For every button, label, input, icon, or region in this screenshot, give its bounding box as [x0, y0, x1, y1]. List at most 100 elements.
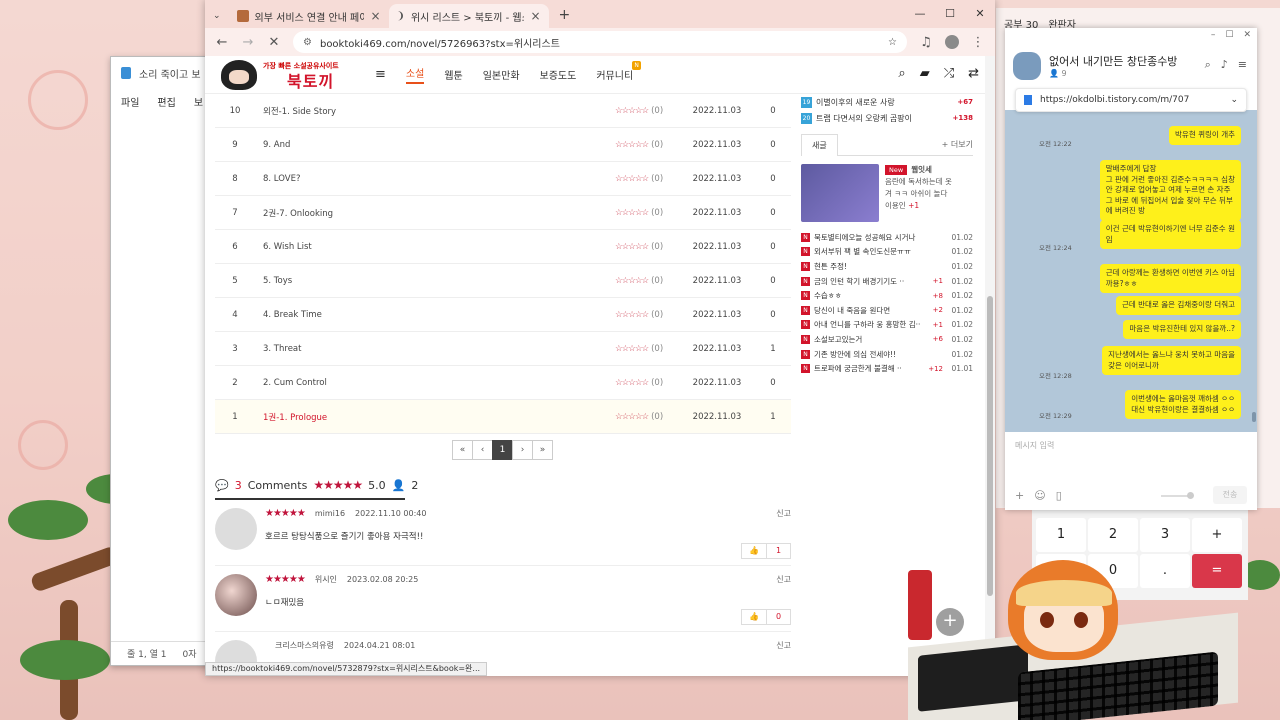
swap-icon[interactable]: ⇄ [968, 66, 979, 81]
chat-message[interactable]: 이번생에는 옳마음껏 깨하셈 ㅇㅇ 대신 박유현이랑은 결결하셈 ㅇㅇ [1125, 390, 1241, 419]
chat-menu-icon[interactable]: ≡ [1238, 58, 1247, 72]
opacity-slider[interactable] [1161, 492, 1194, 499]
site-logo[interactable]: 가장 빠른 소설공유사이트 북토끼 [215, 58, 355, 92]
episode-row[interactable]: 5 5. Toys ☆☆☆☆☆ (0) 2022.11.03 0 [215, 264, 791, 298]
post-title[interactable]: 금의 인턴 학기 배경기기도 ·· [814, 276, 929, 287]
close-icon[interactable]: ✕ [965, 0, 995, 28]
address-bar[interactable]: ⚙ booktoki469.com/novel/5726963?stx=위시리스… [293, 31, 907, 53]
thumbs-up-icon[interactable]: 👍 [742, 610, 766, 624]
tab-new-posts[interactable]: 새글 [801, 133, 838, 156]
more-link[interactable]: + 더보기 [942, 139, 973, 150]
pager-prev[interactable]: ‹ [472, 440, 493, 460]
add-icon[interactable]: + [1015, 489, 1024, 502]
profile-avatar-icon[interactable] [945, 35, 959, 49]
post-title[interactable]: 아내 언니를 구하라 웅 홍망한 김·· [814, 319, 929, 330]
search-icon[interactable]: ⌕ [898, 66, 905, 81]
media-icon[interactable]: ♫ [919, 35, 933, 50]
browser-tab-external[interactable]: 외부 서비스 연결 안내 페이지 × [229, 4, 389, 28]
chat-call-icon[interactable]: ♪ [1221, 58, 1228, 72]
calc-key-1[interactable]: 1 [1036, 518, 1086, 552]
chat-maximize-icon[interactable]: ☐ [1225, 30, 1233, 40]
chat-message[interactable]: 이건 근데 박유현이하기엔 너무 김준수 원 임 [1099, 220, 1241, 249]
send-button[interactable]: 전송 [1213, 486, 1247, 504]
episode-row[interactable]: 7 2권-7. Onlooking ☆☆☆☆☆ (0) 2022.11.03 0 [215, 196, 791, 230]
like-button[interactable]: 👍 0 [741, 609, 791, 625]
minimize-icon[interactable]: — [905, 0, 935, 28]
browser-window[interactable]: ⌄ 외부 서비스 연결 안내 페이지 × ❩ 위시 리스트 > 북토끼 - 웹소… [205, 0, 995, 676]
notepad-menu-file[interactable]: 파일 [121, 94, 139, 109]
post-row[interactable]: N 소설보고있는거 +6 01.02 [801, 332, 973, 347]
featured-post[interactable]: New 웹잇세 음란에 독서하는데 옷 겨 ㅋㅋ 아쉬이 놀다 이용인 +1 [801, 156, 973, 230]
post-row[interactable]: N 외서부뒤 팩 별 속인도신문ㅠㅠ 01.02 [801, 245, 973, 260]
emoji-icon[interactable]: ☺ [1034, 489, 1045, 502]
shuffle-icon[interactable]: ⤮ [944, 66, 954, 81]
address-url[interactable]: booktoki469.com/novel/5726963?stx=위시리스트 [320, 35, 880, 50]
calc-key-3[interactable]: 3 [1140, 518, 1190, 552]
chat-window[interactable]: – ☐ ✕ 없어서 내기만든 창단종수방 👤 9 ⌕ ♪ ≡ https://o… [1005, 28, 1257, 510]
post-row[interactable]: N 트로파에 궁금한게 불결해 ·· +12 01.01 [801, 361, 973, 376]
post-row[interactable]: N 당신이 내 죽음을 원다면 +2 01.02 [801, 303, 973, 318]
post-row[interactable]: N 현튼 주정! 01.02 [801, 259, 973, 274]
episode-title[interactable]: 4. Break Time [255, 310, 615, 320]
chat-search-icon[interactable]: ⌕ [1205, 58, 1211, 72]
episode-title[interactable]: 5. Toys [255, 276, 615, 286]
chat-room-avatar[interactable] [1013, 52, 1041, 80]
notepad-menu-view[interactable]: 보 [194, 94, 203, 109]
chat-message[interactable]: 박유현 퀴링이 개추 [1169, 126, 1241, 145]
maximize-icon[interactable]: ☐ [935, 0, 965, 28]
folder-icon[interactable]: ▰ [920, 66, 930, 81]
notepad-menu-edit[interactable]: 편집 [157, 94, 175, 109]
comment-user[interactable]: mimi16 [315, 509, 345, 518]
chat-message[interactable]: 말배주에게 답장 그 판에 거런 좋아진 김준수ㅋㅋㅋㅋ 심창 안 강제로 업어… [1099, 160, 1241, 221]
episode-row[interactable]: 6 6. Wish List ☆☆☆☆☆ (0) 2022.11.03 0 [215, 230, 791, 264]
browser-menu-icon[interactable]: ⋮ [971, 35, 985, 50]
tab-close-icon[interactable]: × [370, 9, 380, 23]
post-row[interactable]: N 북토별티에오늘 성공해요 시거나 01.02 [801, 230, 973, 245]
episode-title[interactable]: 1권-1. Prologue [255, 411, 615, 423]
post-title[interactable]: 트로파에 궁금한게 불결해 ·· [814, 363, 924, 374]
rank-row[interactable]: 19 이별이후의 새로운 사랑 +67 [801, 94, 973, 110]
nav-manga[interactable]: 일본만화 [483, 67, 520, 82]
tab-list-icon[interactable]: ⌄ [211, 11, 229, 28]
new-tab-icon[interactable]: + [549, 7, 581, 28]
episode-row[interactable]: 9 9. And ☆☆☆☆☆ (0) 2022.11.03 0 [215, 128, 791, 162]
hamburger-menu-icon[interactable]: ≡ [375, 67, 386, 82]
site-info-icon[interactable]: ⚙ [303, 37, 312, 48]
episode-title[interactable]: 8. LOVE? [255, 174, 615, 184]
episode-row[interactable]: 4 4. Break Time ☆☆☆☆☆ (0) 2022.11.03 0 [215, 298, 791, 332]
rank-title[interactable]: 트랩 다면서의 오랑케 곰팡이 [816, 113, 949, 124]
episode-title[interactable]: 2. Cum Control [255, 378, 615, 388]
nav-community[interactable]: 커뮤니티 N [596, 61, 642, 82]
chevron-down-icon[interactable]: ⌄ [1230, 95, 1238, 105]
episode-row[interactable]: 3 3. Threat ☆☆☆☆☆ (0) 2022.11.03 1 [215, 332, 791, 366]
episode-title[interactable]: 9. And [255, 140, 615, 150]
nav-webtoon[interactable]: 웹툰 [444, 67, 462, 82]
chat-scrollbar-thumb[interactable] [1252, 412, 1256, 422]
post-title[interactable]: 기존 방안에 의심 전세야!! [814, 349, 939, 360]
episode-row[interactable]: 1 1권-1. Prologue ☆☆☆☆☆ (0) 2022.11.03 1 [215, 400, 791, 434]
post-title[interactable]: 소설보고있는거 [814, 334, 929, 345]
episode-row[interactable]: 10 외전-1. Side Story ☆☆☆☆☆ (0) 2022.11.03 0 [215, 94, 791, 128]
pinned-link-url[interactable]: https://okdolbi.tistory.com/m/707 [1040, 95, 1222, 105]
browser-tab-active[interactable]: ❩ 위시 리스트 > 북토끼 - 웹소설 × [388, 4, 549, 28]
like-button[interactable]: 👍 1 [741, 543, 791, 559]
episode-title[interactable]: 3. Threat [255, 344, 615, 354]
report-button[interactable]: 신고 [776, 574, 791, 585]
forward-icon[interactable]: → [241, 35, 255, 50]
pager-next[interactable]: › [512, 440, 533, 460]
post-row[interactable]: N 금의 인턴 학기 배경기기도 ·· +1 01.02 [801, 274, 973, 289]
comment-user[interactable]: 위시인 [315, 574, 337, 585]
pager-last[interactable]: » [532, 440, 553, 460]
nav-novel[interactable]: 소설 [405, 65, 425, 84]
chat-message[interactable]: 근데 반대로 옳은 김채중이랑 더줘고 [1115, 296, 1241, 315]
post-title[interactable]: 당신이 내 죽음을 원다면 [814, 305, 929, 316]
pager-first[interactable]: « [452, 440, 473, 460]
chat-close-icon[interactable]: ✕ [1243, 30, 1251, 40]
chat-scrollbar[interactable] [1252, 128, 1256, 422]
rank-title[interactable]: 이별이후의 새로운 사랑 [816, 97, 953, 108]
chat-message[interactable]: 근데 아랑께는 환생하면 이번엔 키스 아님 까용?ㅎㅎ [1099, 264, 1241, 293]
post-row[interactable]: N 기존 방안에 의심 전세야!! 01.02 [801, 347, 973, 362]
post-title[interactable]: 북토별티에오늘 성공해요 시거나 [814, 232, 939, 243]
chat-message[interactable]: 마음은 박유진한테 있지 않을까..? [1123, 320, 1241, 339]
calc-key-2[interactable]: 2 [1088, 518, 1138, 552]
